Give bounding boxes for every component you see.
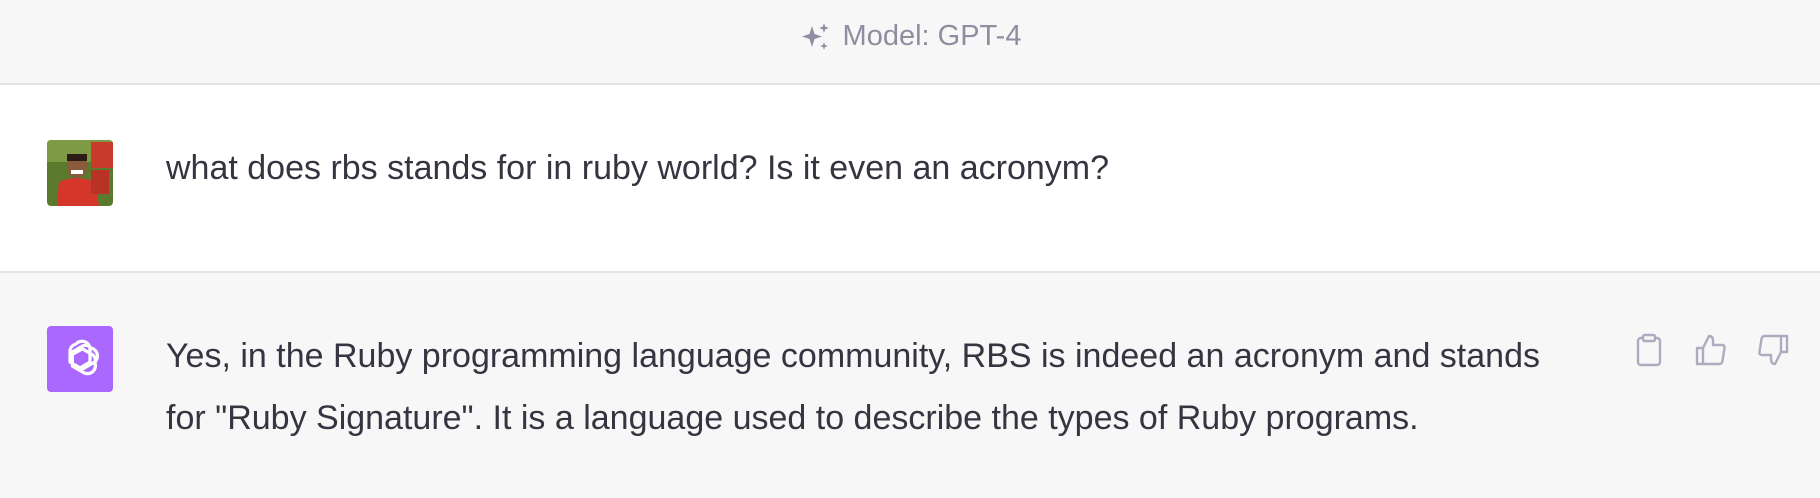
- assistant-message-text: Yes, in the Ruby programming language co…: [166, 337, 1540, 437]
- user-message-text: what does rbs stands for in ruby world? …: [166, 149, 1110, 187]
- openai-logo-icon: [47, 326, 113, 392]
- conversation-header: Model: GPT-4: [0, 0, 1820, 85]
- thumbs-down-icon[interactable]: [1756, 333, 1790, 367]
- model-label: Model: GPT-4: [842, 20, 1022, 52]
- user-message: what does rbs stands for in ruby world? …: [0, 85, 1820, 273]
- clipboard-icon[interactable]: [1632, 333, 1666, 367]
- model-indicator: Model: GPT-4: [799, 20, 1022, 54]
- thumbs-up-icon[interactable]: [1694, 333, 1728, 367]
- user-avatar: [47, 140, 113, 206]
- message-actions: [1632, 333, 1790, 367]
- assistant-message: Yes, in the Ruby programming language co…: [0, 273, 1820, 498]
- sparkle-icon: [799, 20, 833, 54]
